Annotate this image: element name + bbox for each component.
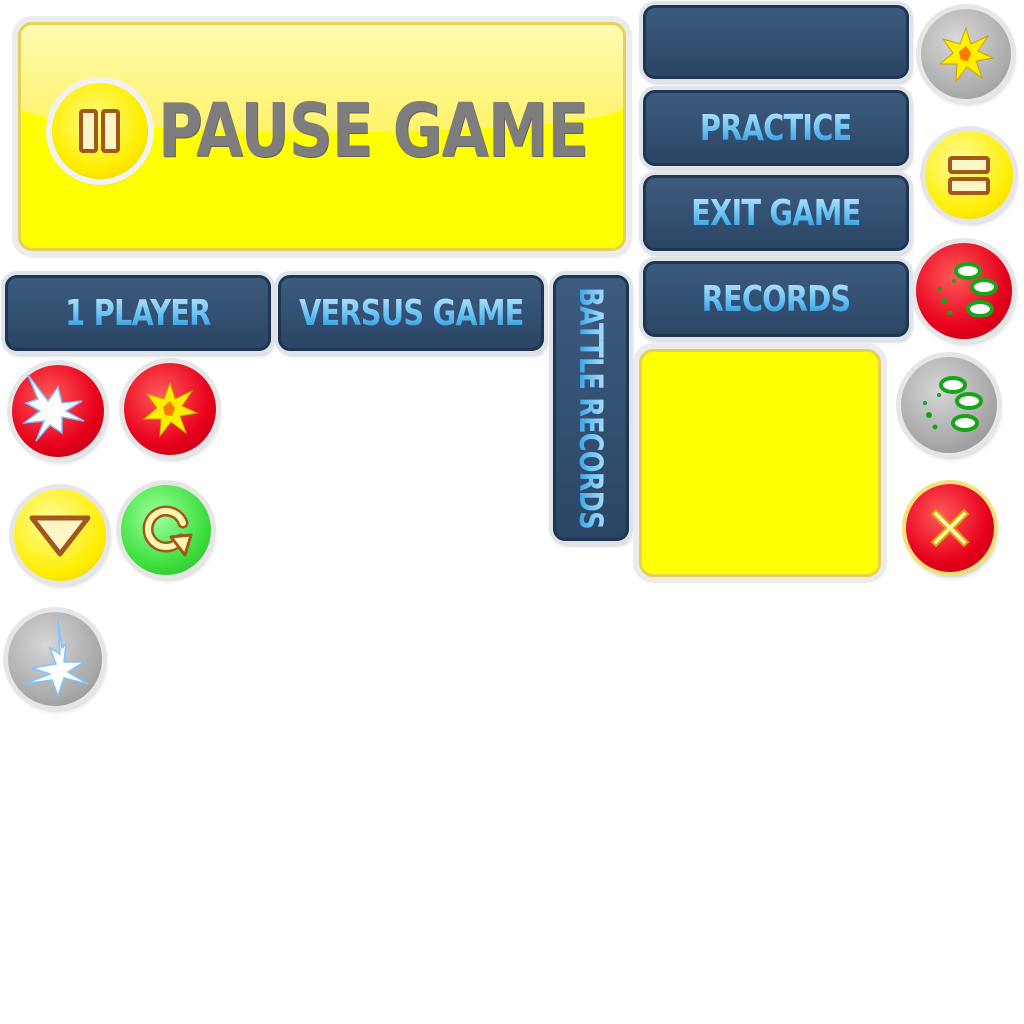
lightning-icon-red[interactable] xyxy=(12,365,104,457)
close-icon[interactable] xyxy=(906,484,994,572)
exit-game-button-label: EXIT GAME xyxy=(691,192,861,234)
versus-game-button[interactable]: VERSUS GAME xyxy=(278,275,544,351)
battle-records-button-label: BATTLE RECORDS xyxy=(572,287,611,529)
records-button-label: RECORDS xyxy=(701,278,851,320)
splash-icon-gray[interactable] xyxy=(901,357,997,453)
dropdown-icon[interactable] xyxy=(14,489,106,581)
pause-icon[interactable] xyxy=(52,83,148,179)
pause-game-title: PAUSE GAME xyxy=(158,88,589,174)
one-player-button[interactable]: 1 PLAYER xyxy=(5,275,271,351)
blank-button[interactable] xyxy=(643,5,909,79)
burst-icon-red[interactable] xyxy=(124,363,216,455)
versus-game-button-label: VERSUS GAME xyxy=(298,292,524,334)
pause-icon-yellow[interactable] xyxy=(925,131,1013,219)
practice-button-label: PRACTICE xyxy=(700,107,852,149)
lightning-icon-gray[interactable] xyxy=(8,612,102,706)
exit-game-button[interactable]: EXIT GAME xyxy=(643,175,909,251)
blank-yellow-panel xyxy=(639,349,881,577)
splash-icon-red[interactable] xyxy=(916,243,1012,339)
records-button[interactable]: RECORDS xyxy=(643,261,909,337)
practice-button[interactable]: PRACTICE xyxy=(643,90,909,166)
refresh-icon[interactable] xyxy=(121,485,211,575)
burst-icon-gray[interactable] xyxy=(921,9,1011,99)
one-player-button-label: 1 PLAYER xyxy=(65,292,211,334)
battle-records-button[interactable]: BATTLE RECORDS xyxy=(553,275,629,541)
